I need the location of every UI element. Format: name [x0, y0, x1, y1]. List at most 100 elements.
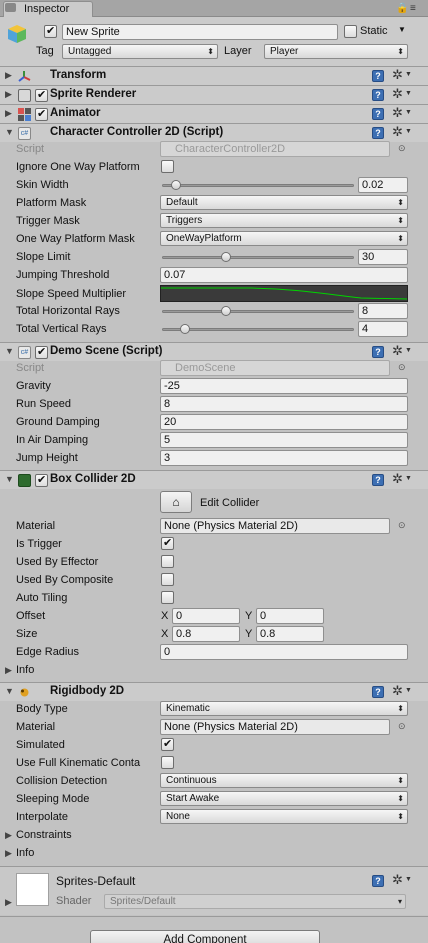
gear-icon[interactable]: ✲ — [392, 106, 403, 120]
tag-dropdown[interactable]: Untagged ⬍ — [62, 44, 218, 59]
run-speed-label: Run Speed — [16, 398, 72, 410]
simulated-checkbox[interactable] — [161, 737, 174, 751]
fold-arrow-icon[interactable]: ▼ — [5, 474, 14, 484]
total-v-rays-slider-thumb[interactable] — [180, 324, 190, 334]
edge-radius-field[interactable]: 0 — [160, 644, 408, 660]
is-trigger-checkbox[interactable] — [161, 536, 174, 550]
shader-dropdown[interactable]: Sprites/Default ▾ — [104, 894, 406, 909]
tab-inspector[interactable]: Inspector — [3, 1, 93, 17]
offset-y-field[interactable]: 0 — [256, 608, 324, 624]
layer-dropdown[interactable]: Player ⬍ — [264, 44, 408, 59]
help-icon[interactable]: ? — [372, 346, 384, 358]
help-icon[interactable]: ? — [372, 89, 384, 101]
object-name-field[interactable]: New Sprite — [62, 24, 338, 40]
transform-header[interactable]: ▶ Transform ? ✲ ▼ — [0, 66, 428, 85]
fold-arrow-icon[interactable]: ▶ — [5, 665, 12, 676]
gear-icon[interactable]: ✲ — [392, 125, 403, 139]
demo-scene-enabled-checkbox[interactable] — [35, 345, 48, 359]
gear-icon[interactable]: ✲ — [392, 873, 403, 887]
body-type-dropdown[interactable]: Kinematic ⬍ — [160, 701, 408, 716]
total-h-rays-slider[interactable] — [162, 310, 354, 313]
fold-arrow-icon[interactable]: ▶ — [5, 848, 12, 859]
help-icon[interactable]: ? — [372, 108, 384, 120]
in-air-damping-field[interactable]: 5 — [160, 432, 408, 448]
gravity-field[interactable]: -25 — [160, 378, 408, 394]
slope-limit-field[interactable]: 30 — [358, 249, 408, 265]
help-icon[interactable]: ? — [372, 127, 384, 139]
object-picker-icon[interactable]: ⊙ — [398, 721, 406, 732]
rigidbody-header[interactable]: ▼ Rigidbody 2D ? ✲ ▼ — [0, 682, 428, 701]
fold-arrow-icon[interactable]: ▼ — [5, 686, 14, 696]
character-controller-header[interactable]: ▼ c# Character Controller 2D (Script) ? ✲… — [0, 123, 428, 142]
demo-scene-header[interactable]: ▼ c# Demo Scene (Script) ?✲▼ — [0, 342, 428, 361]
layer-label: Layer — [224, 45, 252, 57]
sprite-renderer-header[interactable]: ▶ Sprite Renderer ? ✲▼ — [0, 85, 428, 104]
slope-limit-slider-thumb[interactable] — [221, 252, 231, 262]
total-h-rays-field[interactable]: 8 — [358, 303, 408, 319]
box-collider-header[interactable]: ▼ Box Collider 2D ?✲▼ — [0, 470, 428, 489]
animator-header[interactable]: ▶ Animator ? ✲▼ — [0, 104, 428, 123]
jumping-threshold-field[interactable]: 0.07 — [160, 267, 408, 283]
box-collider-enabled-checkbox[interactable] — [35, 473, 48, 487]
help-icon[interactable]: ? — [372, 70, 384, 82]
total-h-rays-slider-thumb[interactable] — [221, 306, 231, 316]
auto-tiling-checkbox[interactable] — [161, 591, 174, 604]
skin-width-slider[interactable] — [162, 184, 354, 187]
gear-icon[interactable]: ✲ — [392, 684, 403, 698]
collision-detection-dropdown[interactable]: Continuous ⬍ — [160, 773, 408, 788]
rb-material-field[interactable]: None (Physics Material 2D) — [160, 719, 390, 735]
skin-width-slider-thumb[interactable] — [171, 180, 181, 190]
constraints-foldout[interactable]: Constraints — [16, 828, 72, 842]
box-material-field[interactable]: None (Physics Material 2D) — [160, 518, 390, 534]
help-icon[interactable]: ? — [372, 686, 384, 698]
oneway-mask-dropdown[interactable]: OneWayPlatform ⬍ — [160, 231, 408, 246]
fold-arrow-icon[interactable]: ▼ — [5, 346, 14, 356]
used-by-effector-checkbox[interactable] — [161, 555, 174, 568]
full-kinematic-checkbox[interactable] — [161, 756, 174, 769]
rb-info-foldout[interactable]: Info — [16, 846, 34, 860]
fold-arrow-icon[interactable]: ▶ — [5, 89, 12, 100]
slope-limit-slider[interactable] — [162, 256, 354, 259]
offset-x-field[interactable]: 0 — [172, 608, 240, 624]
size-x-field[interactable]: 0.8 — [172, 626, 240, 642]
sleeping-mode-dropdown[interactable]: Start Awake ⬍ — [160, 791, 408, 806]
used-by-composite-checkbox[interactable] — [161, 573, 174, 586]
gear-icon[interactable]: ✲ — [392, 68, 403, 82]
slope-speed-curve[interactable] — [160, 285, 408, 302]
total-v-rays-slider[interactable] — [162, 328, 354, 331]
total-v-rays-field[interactable]: 4 — [358, 321, 408, 337]
sprite-renderer-enabled-checkbox[interactable] — [35, 88, 48, 102]
panel-menu-icon[interactable]: ≡ — [410, 3, 416, 15]
shader-value: Sprites/Default — [110, 896, 176, 907]
help-icon[interactable]: ? — [372, 474, 384, 486]
add-component-label: Add Component — [163, 934, 247, 943]
edit-collider-button[interactable]: ⌂ — [160, 491, 192, 513]
active-checkbox[interactable] — [44, 24, 57, 38]
fold-arrow-icon[interactable]: ▶ — [5, 897, 12, 908]
animator-enabled-checkbox[interactable] — [35, 107, 48, 121]
static-checkbox[interactable] — [344, 25, 357, 38]
add-component-button[interactable]: Add Component — [90, 930, 320, 943]
jump-height-field[interactable]: 3 — [160, 450, 408, 466]
fold-arrow-icon[interactable]: ▶ — [5, 108, 12, 119]
fold-arrow-icon[interactable]: ▼ — [5, 127, 14, 137]
help-icon[interactable]: ? — [372, 875, 384, 887]
platform-mask-dropdown[interactable]: Default ⬍ — [160, 195, 408, 210]
gear-icon[interactable]: ✲ — [392, 87, 403, 101]
ground-damping-field[interactable]: 20 — [160, 414, 408, 430]
fold-arrow-icon[interactable]: ▶ — [5, 70, 12, 81]
skin-width-field[interactable]: 0.02 — [358, 177, 408, 193]
run-speed-field[interactable]: 8 — [160, 396, 408, 412]
gear-icon[interactable]: ✲ — [392, 472, 403, 486]
interpolate-dropdown[interactable]: None ⬍ — [160, 809, 408, 824]
fold-arrow-icon[interactable]: ▶ — [5, 830, 12, 841]
box-info-foldout[interactable]: Info — [16, 663, 34, 677]
size-y-field[interactable]: 0.8 — [256, 626, 324, 642]
lock-icon[interactable]: 🔒 — [396, 3, 408, 15]
ignore-oneway-checkbox[interactable] — [161, 160, 174, 173]
object-picker-icon[interactable]: ⊙ — [398, 520, 406, 531]
animator-icon — [18, 108, 31, 121]
gear-icon[interactable]: ✲ — [392, 344, 403, 358]
static-dropdown-icon[interactable]: ▼ — [398, 25, 406, 34]
trigger-mask-dropdown[interactable]: Triggers ⬍ — [160, 213, 408, 228]
